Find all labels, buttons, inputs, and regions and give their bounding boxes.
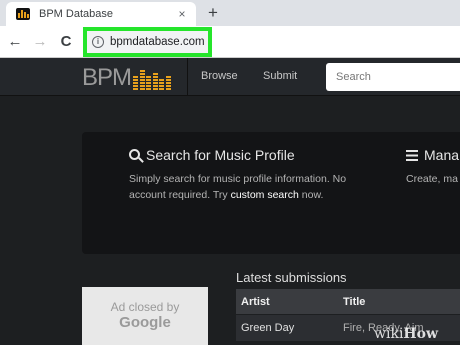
list-icon (406, 149, 418, 161)
search-card-desc-end: now. (298, 189, 324, 201)
browser-tab-bar: BPM Database × + (0, 0, 460, 26)
search-card-title-text: Search for Music Profile (146, 147, 295, 163)
site-info-icon[interactable]: i (92, 36, 104, 48)
google-text: Google (119, 314, 171, 331)
search-card-title: Search for Music Profile (129, 147, 295, 163)
forward-arrow-icon[interactable]: → (30, 32, 50, 52)
watermark-wiki: wiki (374, 326, 404, 342)
column-header-artist[interactable]: Artist (236, 296, 343, 308)
wikihow-watermark: wikiHow (374, 326, 438, 342)
equalizer-bars-icon (133, 70, 172, 90)
search-input[interactable] (326, 63, 460, 91)
tab-title: BPM Database (39, 8, 113, 20)
column-header-title[interactable]: Title (343, 296, 365, 308)
search-card-text: Simply search for music profile informat… (129, 171, 369, 203)
latest-submissions-heading: Latest submissions (236, 270, 347, 285)
custom-search-link[interactable]: custom search (231, 189, 299, 201)
browser-toolbar: ← → C i bpmdatabase.com (0, 26, 460, 58)
reload-icon[interactable]: C (56, 32, 76, 52)
watermark-how: How (403, 326, 439, 342)
ad-closed-text: Ad closed by (110, 300, 180, 314)
table-header: Artist Title (236, 289, 460, 315)
new-tab-button[interactable]: + (204, 3, 222, 23)
row-artist[interactable]: Green Day (236, 322, 343, 334)
bpm-favicon-icon (16, 8, 30, 20)
logo-text: BPM (82, 64, 132, 91)
back-arrow-icon[interactable]: ← (5, 32, 25, 52)
close-tab-icon[interactable]: × (172, 7, 192, 21)
search-icon (129, 148, 140, 160)
address-url[interactable]: bpmdatabase.com (110, 36, 205, 48)
nav-divider (187, 58, 188, 96)
manage-card-text: Create, ma (406, 173, 458, 185)
bpm-logo[interactable]: BPM (82, 66, 172, 90)
site-navbar: BPM Browse Submit (0, 58, 460, 96)
manage-card-title-text: Mana (424, 147, 460, 163)
manage-card-title: Mana (406, 147, 459, 163)
browser-tab[interactable]: BPM Database × (6, 2, 196, 26)
address-bar[interactable]: i bpmdatabase.com (83, 27, 212, 57)
nav-submit[interactable]: Submit (263, 70, 297, 82)
feature-panel: Search for Music Profile Simply search f… (82, 132, 460, 254)
nav-browse[interactable]: Browse (201, 70, 238, 82)
ad-placeholder: Ad closed by Google (82, 287, 208, 345)
